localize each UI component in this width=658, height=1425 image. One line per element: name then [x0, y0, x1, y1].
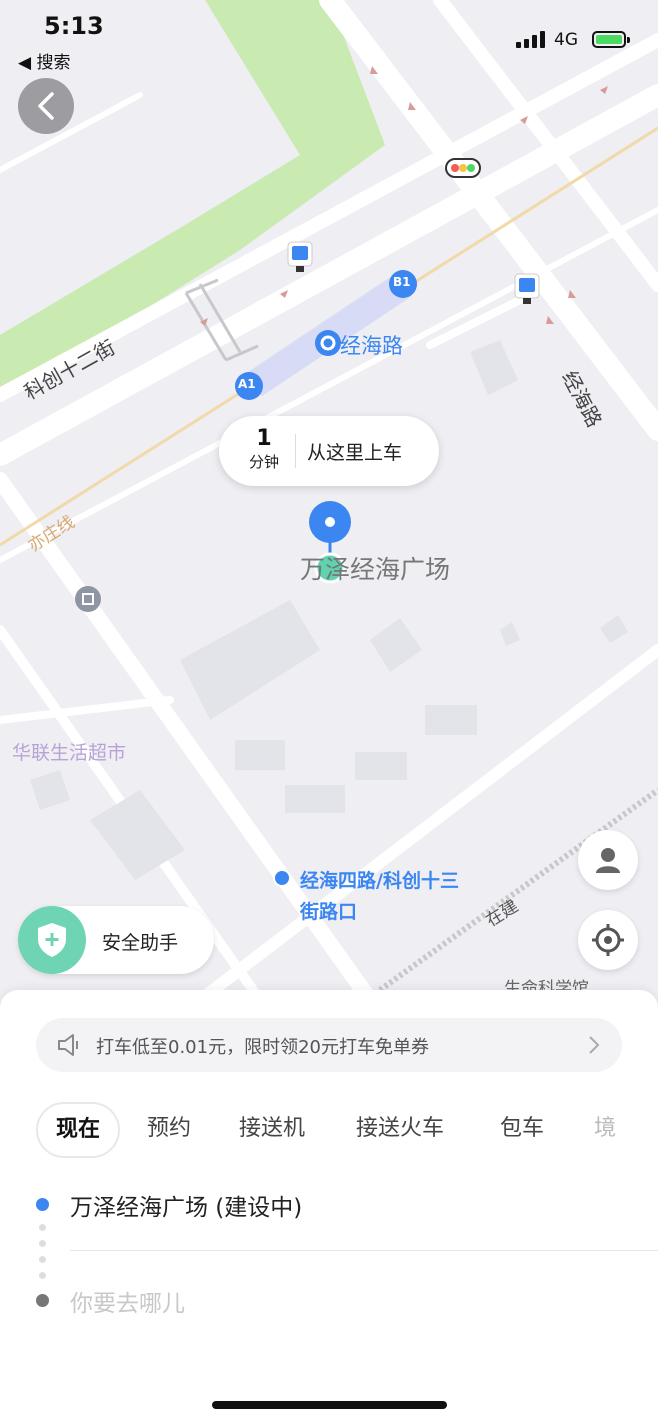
destination-input[interactable]: 你要去哪儿: [70, 1284, 185, 1318]
safety-assistant-button[interactable]: 安全助手: [18, 906, 214, 974]
bubble-divider: [295, 434, 296, 468]
safety-label: 安全助手: [102, 932, 179, 954]
back-arrow-icon: [38, 92, 54, 120]
metro-station-label: 经海路: [340, 334, 403, 358]
metro-icon: [315, 330, 341, 356]
destination-dot-icon: [36, 1294, 49, 1307]
service-tabs: 现在 预约 接送机 接送火车 包车 境: [36, 1102, 658, 1158]
pickup-bubble[interactable]: 1 分钟 从这里上车: [219, 416, 439, 486]
battery-icon: [592, 31, 630, 48]
back-to-app-link[interactable]: ◀ 搜索: [18, 48, 70, 73]
map-view[interactable]: 经海路 A1 B1 科创十二街 经海路 亦庄线 万泽经海广场 华联生活超市 经海…: [0, 0, 658, 1000]
poi-label-line1: 经海四路/科创十三: [300, 870, 459, 892]
eta-unit: 分钟: [248, 453, 279, 471]
tab-overseas[interactable]: 境: [594, 1102, 616, 1156]
eta: 1 分钟: [241, 426, 287, 472]
locate-icon: [592, 924, 624, 956]
promo-banner[interactable]: 打车低至0.01元，限时领20元打车免单券: [36, 1018, 622, 1072]
safety-shield: [18, 906, 86, 974]
user-icon: [596, 848, 620, 873]
place-label-hualian: 华联生活超市: [12, 742, 127, 764]
home-indicator: [212, 1401, 447, 1409]
tab-reserve[interactable]: 预约: [147, 1102, 191, 1156]
exit-poi-icon: [75, 586, 101, 612]
metro-exit-b1-label: B1: [393, 275, 411, 289]
chevron-right-icon: [589, 1036, 600, 1054]
tab-charter[interactable]: 包车: [500, 1102, 544, 1156]
route-divider: [70, 1250, 658, 1251]
tab-airport[interactable]: 接送机: [239, 1102, 305, 1156]
promo-text: 打车低至0.01元，限时领20元打车免单券: [96, 1037, 429, 1058]
poi-dot-icon: [273, 869, 291, 887]
tab-now[interactable]: 现在: [36, 1102, 121, 1158]
back-button[interactable]: [18, 78, 74, 134]
tab-train[interactable]: 接送火车: [356, 1102, 444, 1156]
status-bar: 5:13 ◀ 搜索 4G: [0, 0, 658, 80]
eta-value: 1: [256, 426, 272, 451]
user-center-button[interactable]: [578, 830, 638, 890]
shield-plus-icon: [38, 923, 66, 957]
locate-button[interactable]: [578, 910, 638, 970]
pickup-text: 从这里上车: [307, 442, 403, 464]
status-time: 5:13: [44, 12, 104, 40]
traffic-light-icon: [445, 158, 481, 178]
place-label-wanze: 万泽经海广场: [300, 555, 451, 584]
metro-exit-a1-label: A1: [238, 377, 256, 391]
ride-panel: 打车低至0.01元，限时领20元打车免单券 现在 预约 接送机 接送火车 包车 …: [0, 990, 658, 1425]
poi-label-line2: 街路口: [300, 901, 358, 923]
origin-field[interactable]: 万泽经海广场 (建设中): [70, 1188, 302, 1222]
bus-stop-icon: [287, 241, 313, 272]
map-canvas: [0, 0, 658, 1000]
speaker-icon: [58, 1034, 78, 1056]
signal-icon: [516, 30, 546, 48]
network-type: 4G: [554, 30, 578, 50]
origin-dot-icon: [36, 1198, 49, 1211]
